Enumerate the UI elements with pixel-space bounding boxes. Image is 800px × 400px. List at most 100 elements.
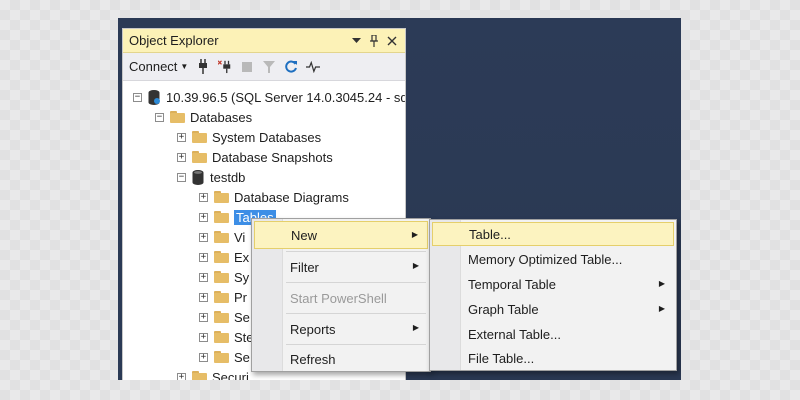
- server-icon: [148, 89, 160, 105]
- menu-item-label: Filter: [290, 259, 319, 275]
- disconnect-icon[interactable]: [218, 59, 232, 75]
- collapse-icon[interactable]: −: [133, 92, 142, 102]
- submenu-arrow-icon: ▶: [411, 230, 418, 239]
- testdb-label: testdb: [210, 169, 246, 185]
- databases-label: Databases: [190, 109, 253, 125]
- expand-icon[interactable]: +: [199, 352, 208, 362]
- folder-icon: [192, 151, 207, 163]
- system-databases-label: System Databases: [212, 129, 322, 145]
- expand-icon[interactable]: +: [199, 252, 208, 262]
- menu-item-graph-table[interactable]: Graph Table ▶: [432, 297, 674, 321]
- folder-icon: [214, 251, 229, 263]
- menu-item-refresh[interactable]: Refresh: [254, 345, 428, 373]
- pin-icon[interactable]: [367, 34, 381, 48]
- tree-node-testdb[interactable]: − testdb: [177, 167, 245, 187]
- menu-item-table[interactable]: Table...: [432, 222, 674, 246]
- folder-icon: [214, 191, 229, 203]
- folder-icon: [192, 371, 207, 380]
- submenu-new: Table... Memory Optimized Table... Tempo…: [429, 219, 677, 371]
- close-icon[interactable]: [385, 34, 399, 48]
- folder-icon: [192, 131, 207, 143]
- folder-icon: [214, 231, 229, 243]
- menu-item-label: Reports: [290, 321, 336, 337]
- stop-icon[interactable]: [240, 59, 254, 75]
- menu-item-label: Temporal Table: [468, 276, 556, 292]
- tree-node-service-broker[interactable]: + Se: [199, 307, 250, 327]
- object-explorer-title: Object Explorer: [129, 33, 219, 48]
- expand-icon[interactable]: +: [177, 372, 186, 380]
- window-position-dropdown-icon[interactable]: [349, 34, 363, 48]
- menu-item-filter[interactable]: Filter ▶: [254, 253, 428, 281]
- collapse-icon[interactable]: −: [155, 112, 164, 122]
- expand-icon[interactable]: +: [199, 232, 208, 242]
- menu-item-label: External Table...: [468, 326, 561, 342]
- expand-icon[interactable]: +: [199, 292, 208, 302]
- context-menu: New ▶ Filter ▶ Start PowerShell Reports …: [251, 218, 431, 372]
- menu-item-start-powershell[interactable]: Start PowerShell: [254, 284, 428, 312]
- database-diagrams-label: Database Diagrams: [234, 189, 349, 205]
- expand-icon[interactable]: +: [199, 332, 208, 342]
- menu-item-label: File Table...: [468, 350, 535, 366]
- tree-node-synonyms[interactable]: + Sy: [199, 267, 249, 287]
- tree-node-database-diagrams[interactable]: + Database Diagrams: [199, 187, 349, 207]
- tree-item-label: Sy: [234, 269, 250, 285]
- menu-item-label: Start PowerShell: [290, 290, 387, 306]
- menu-item-label: Graph Table: [468, 301, 539, 317]
- server-label: 10.39.96.5 (SQL Server 14.0.3045.24 - sq: [166, 89, 406, 105]
- menu-item-label: Table...: [469, 226, 511, 242]
- menu-separator: [286, 282, 426, 283]
- ssms-window: Object Explorer Connect ▼ − 10.39.96.5 (…: [118, 18, 681, 380]
- menu-item-label: Refresh: [290, 351, 336, 367]
- refresh-icon[interactable]: [284, 59, 298, 75]
- expand-icon[interactable]: +: [199, 312, 208, 322]
- tree-node-database-snapshots[interactable]: + Database Snapshots: [177, 147, 333, 167]
- expand-icon[interactable]: +: [199, 212, 208, 222]
- tree-node-storage[interactable]: + Ste: [199, 327, 254, 347]
- expand-icon[interactable]: +: [199, 192, 208, 202]
- folder-icon: [214, 311, 229, 323]
- tree-node-views[interactable]: + Vi: [199, 227, 245, 247]
- submenu-arrow-icon: ▶: [412, 323, 419, 332]
- submenu-arrow-icon: ▶: [412, 261, 419, 270]
- menu-item-label: Memory Optimized Table...: [468, 251, 623, 267]
- tree-item-label: Se: [234, 309, 250, 325]
- menu-item-label: New: [291, 227, 318, 243]
- tree-node-programmability[interactable]: + Pr: [199, 287, 247, 307]
- tree-item-label: Vi: [234, 229, 246, 245]
- folder-icon: [214, 331, 229, 343]
- connect-label: Connect: [129, 59, 178, 74]
- menu-item-reports[interactable]: Reports ▶: [254, 315, 428, 343]
- tree-node-security[interactable]: + Se: [199, 347, 250, 367]
- connect-dropdown-button[interactable]: Connect ▼: [129, 59, 188, 74]
- chevron-down-icon: ▼: [180, 62, 189, 71]
- connect-plug-icon[interactable]: [196, 59, 210, 75]
- menu-item-memory-optimized-table[interactable]: Memory Optimized Table...: [432, 247, 674, 271]
- activity-monitor-icon[interactable]: [306, 59, 321, 75]
- folder-icon: [214, 211, 229, 223]
- tree-item-label: Ex: [234, 249, 250, 265]
- tree-node-databases[interactable]: − Databases: [155, 107, 252, 127]
- filter-icon[interactable]: [262, 59, 276, 75]
- folder-icon: [214, 291, 229, 303]
- submenu-arrow-icon: ▶: [658, 279, 665, 288]
- expand-icon[interactable]: +: [177, 132, 186, 142]
- menu-item-file-table[interactable]: File Table...: [432, 346, 674, 370]
- tree-node-external-resources[interactable]: + Ex: [199, 247, 249, 267]
- folder-icon: [214, 271, 229, 283]
- expand-icon[interactable]: +: [177, 152, 186, 162]
- folder-icon: [214, 351, 229, 363]
- tree-node-system-databases[interactable]: + System Databases: [177, 127, 321, 147]
- menu-item-new[interactable]: New ▶: [254, 221, 428, 249]
- tree-node-server[interactable]: − 10.39.96.5 (SQL Server 14.0.3045.24 - …: [133, 87, 406, 107]
- database-icon: [192, 169, 204, 185]
- menu-item-external-table[interactable]: External Table...: [432, 322, 674, 346]
- tree-node-security-root[interactable]: + Securi: [177, 367, 249, 380]
- menu-item-temporal-table[interactable]: Temporal Table ▶: [432, 272, 674, 296]
- menu-separator: [286, 251, 426, 252]
- tree-item-label: Se: [234, 349, 250, 365]
- tree-item-label: Securi: [212, 369, 249, 381]
- database-snapshots-label: Database Snapshots: [212, 149, 333, 165]
- tree-item-label: Pr: [234, 289, 247, 305]
- collapse-icon[interactable]: −: [177, 172, 186, 182]
- expand-icon[interactable]: +: [199, 272, 208, 282]
